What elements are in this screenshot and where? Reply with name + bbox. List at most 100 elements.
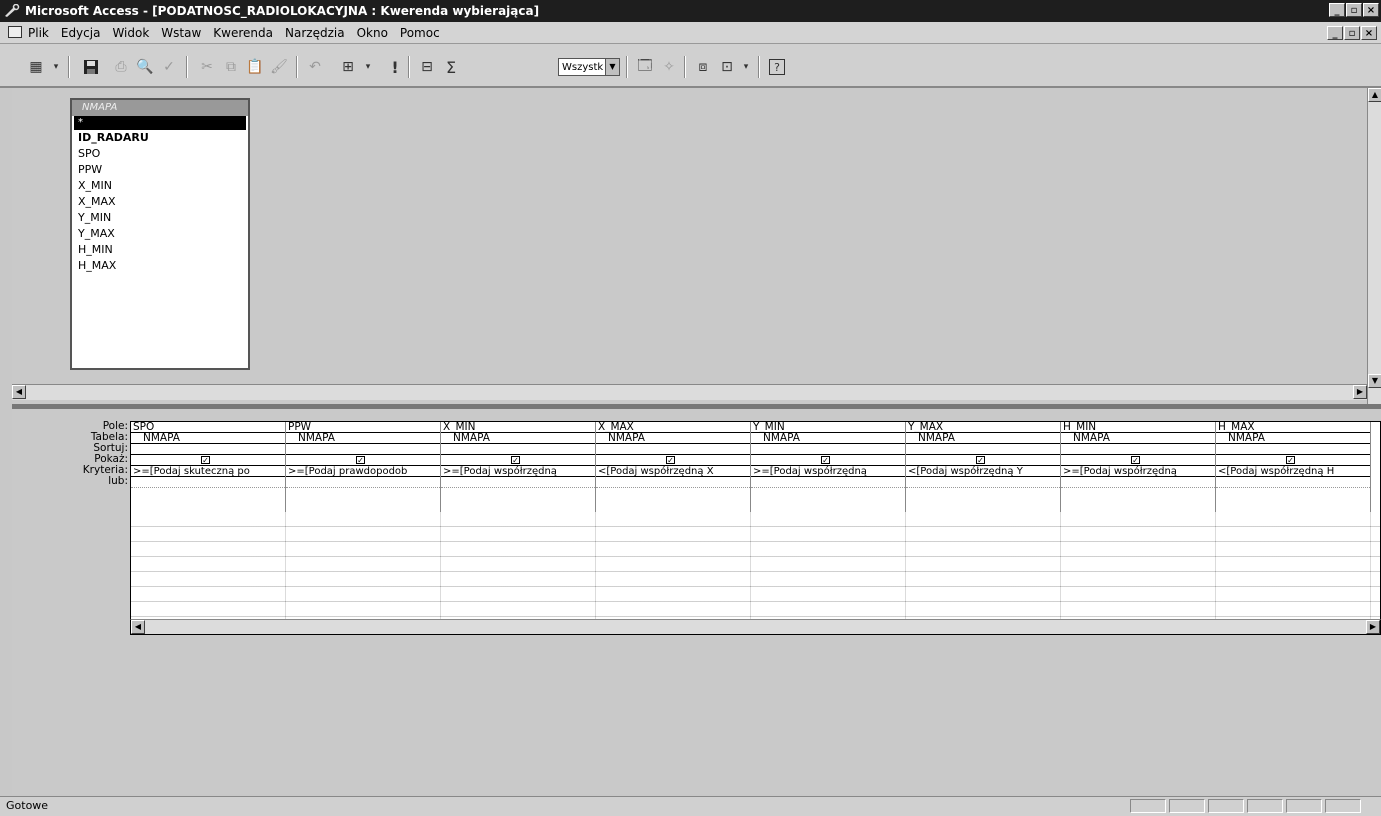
grid-field-cell[interactable]: PPW [286, 422, 440, 433]
show-checkbox[interactable]: ✓ [821, 456, 830, 465]
grid-or-cell[interactable] [441, 477, 595, 488]
field-all[interactable]: * [74, 116, 246, 130]
grid-table-cell[interactable]: NMAPA [906, 433, 1060, 444]
grid-show-cell[interactable]: ✓ [1216, 455, 1370, 466]
print-icon[interactable]: ⎙ [110, 56, 132, 78]
show-checkbox[interactable]: ✓ [666, 456, 675, 465]
grid-field-cell[interactable]: Y_MAX [906, 422, 1060, 433]
properties-icon[interactable]: 🗔 [634, 56, 656, 78]
grid-criteria-cell[interactable]: <[Podaj współrzędną H [1216, 466, 1370, 477]
close-button[interactable]: × [1363, 3, 1379, 17]
scroll-left-icon[interactable]: ◀ [131, 620, 145, 634]
grid-show-cell[interactable]: ✓ [596, 455, 750, 466]
show-checkbox[interactable]: ✓ [976, 456, 985, 465]
grid-criteria-cell[interactable]: >=[Podaj współrzędną [1061, 466, 1215, 477]
grid-criteria-cell[interactable]: >=[Podaj prawdopodob [286, 466, 440, 477]
grid-sort-cell[interactable] [596, 444, 750, 455]
help-icon[interactable]: ? [766, 56, 788, 78]
grid-table-cell[interactable]: NMAPA [751, 433, 905, 444]
format-painter-icon[interactable]: 🖌 [268, 56, 290, 78]
grid-table-cell[interactable]: NMAPA [1061, 433, 1215, 444]
print-preview-icon[interactable]: 🔍 [134, 56, 156, 78]
grid-field-cell[interactable]: X_MIN [441, 422, 595, 433]
grid-sort-cell[interactable] [751, 444, 905, 455]
grid-criteria-cell[interactable]: <[Podaj współrzędną X [596, 466, 750, 477]
menu-narzedzia[interactable]: Narzędzia [285, 26, 345, 40]
copy-icon[interactable]: ⧉ [220, 56, 242, 78]
grid-or-cell[interactable] [1216, 477, 1370, 488]
top-values-combo[interactable]: Wszystk ▼ [558, 58, 620, 76]
grid-field-cell[interactable]: Y_MIN [751, 422, 905, 433]
minimize-button[interactable]: _ [1329, 3, 1345, 17]
scroll-down-icon[interactable]: ▼ [1368, 374, 1381, 388]
grid-or-cell[interactable] [1061, 477, 1215, 488]
grid-or-cell[interactable] [596, 477, 750, 488]
access-key-icon[interactable] [4, 3, 20, 19]
chevron-down-icon[interactable]: ▼ [605, 59, 619, 75]
grid-show-cell[interactable]: ✓ [1061, 455, 1215, 466]
undo-icon[interactable]: ↶ [304, 56, 326, 78]
scroll-right-icon[interactable]: ▶ [1353, 385, 1367, 399]
cut-icon[interactable]: ✂ [196, 56, 218, 78]
field-y-min[interactable]: Y_MIN [72, 210, 248, 226]
field-h-max[interactable]: H_MAX [72, 258, 248, 274]
grid-horizontal-scrollbar[interactable]: ◀ ▶ [130, 619, 1381, 635]
new-object-icon[interactable]: ⊡ [716, 56, 738, 78]
paste-icon[interactable]: 📋 [244, 56, 266, 78]
field-list-nmapa[interactable]: NMAPA * ID_RADARU SPO PPW X_MIN X_MAX Y_… [70, 98, 250, 370]
menu-plik[interactable]: Plik [28, 26, 49, 40]
field-x-max[interactable]: X_MAX [72, 194, 248, 210]
grid-show-cell[interactable]: ✓ [906, 455, 1060, 466]
grid-or-cell[interactable] [751, 477, 905, 488]
scroll-left-icon[interactable]: ◀ [12, 385, 26, 399]
field-y-max[interactable]: Y_MAX [72, 226, 248, 242]
grid-sort-cell[interactable] [131, 444, 285, 455]
totals-icon[interactable]: Σ [440, 56, 462, 78]
grid-show-cell[interactable]: ✓ [751, 455, 905, 466]
show-checkbox[interactable]: ✓ [1131, 456, 1140, 465]
grid-criteria-cell[interactable]: <[Podaj współrzędną Y [906, 466, 1060, 477]
grid-table-cell[interactable]: NMAPA [596, 433, 750, 444]
doc-restore-button[interactable]: ▫ [1344, 26, 1360, 40]
show-checkbox[interactable]: ✓ [1286, 456, 1295, 465]
save-icon[interactable] [80, 56, 102, 78]
menu-widok[interactable]: Widok [112, 26, 149, 40]
menu-pomoc[interactable]: Pomoc [400, 26, 440, 40]
field-x-min[interactable]: X_MIN [72, 178, 248, 194]
database-window-icon[interactable]: ⧈ [692, 56, 714, 78]
show-table-icon[interactable]: ⊟ [416, 56, 438, 78]
document-icon[interactable] [8, 26, 22, 38]
run-icon[interactable]: ! [384, 56, 406, 78]
grid-field-cell[interactable]: H_MAX [1216, 422, 1370, 433]
build-icon[interactable]: ✧ [658, 56, 680, 78]
query-design-grid[interactable]: SPO NMAPA ✓ >=[Podaj skuteczną po PPW NM… [130, 421, 1381, 631]
grid-table-cell[interactable]: NMAPA [286, 433, 440, 444]
show-checkbox[interactable]: ✓ [201, 456, 210, 465]
upper-horizontal-scrollbar[interactable]: ◀ ▶ [12, 384, 1367, 400]
scroll-right-icon[interactable]: ▶ [1366, 620, 1380, 634]
field-spo[interactable]: SPO [72, 146, 248, 162]
scroll-up-icon[interactable]: ▲ [1368, 88, 1381, 102]
menu-okno[interactable]: Okno [357, 26, 388, 40]
grid-table-cell[interactable]: NMAPA [1216, 433, 1370, 444]
query-type-dropdown-icon[interactable]: ▾ [362, 56, 374, 78]
doc-close-button[interactable]: × [1361, 26, 1377, 40]
grid-criteria-cell[interactable]: >=[Podaj skuteczną po [131, 466, 285, 477]
grid-field-cell[interactable]: SPO [131, 422, 285, 433]
grid-show-cell[interactable]: ✓ [286, 455, 440, 466]
grid-criteria-cell[interactable]: >=[Podaj współrzędną [441, 466, 595, 477]
menu-kwerenda[interactable]: Kwerenda [213, 26, 273, 40]
menu-wstaw[interactable]: Wstaw [161, 26, 201, 40]
grid-show-cell[interactable]: ✓ [441, 455, 595, 466]
grid-empty-rows[interactable] [131, 512, 1380, 622]
field-ppw[interactable]: PPW [72, 162, 248, 178]
upper-vertical-scrollbar[interactable]: ▲ ▼ [1367, 88, 1381, 404]
new-object-dropdown-icon[interactable]: ▾ [740, 56, 752, 78]
grid-sort-cell[interactable] [441, 444, 595, 455]
view-dropdown-icon[interactable]: ▾ [50, 56, 62, 78]
grid-show-cell[interactable]: ✓ [131, 455, 285, 466]
grid-criteria-cell[interactable]: >=[Podaj współrzędną [751, 466, 905, 477]
grid-or-cell[interactable] [286, 477, 440, 488]
view-icon[interactable]: ▦ [24, 56, 48, 78]
grid-sort-cell[interactable] [1216, 444, 1370, 455]
